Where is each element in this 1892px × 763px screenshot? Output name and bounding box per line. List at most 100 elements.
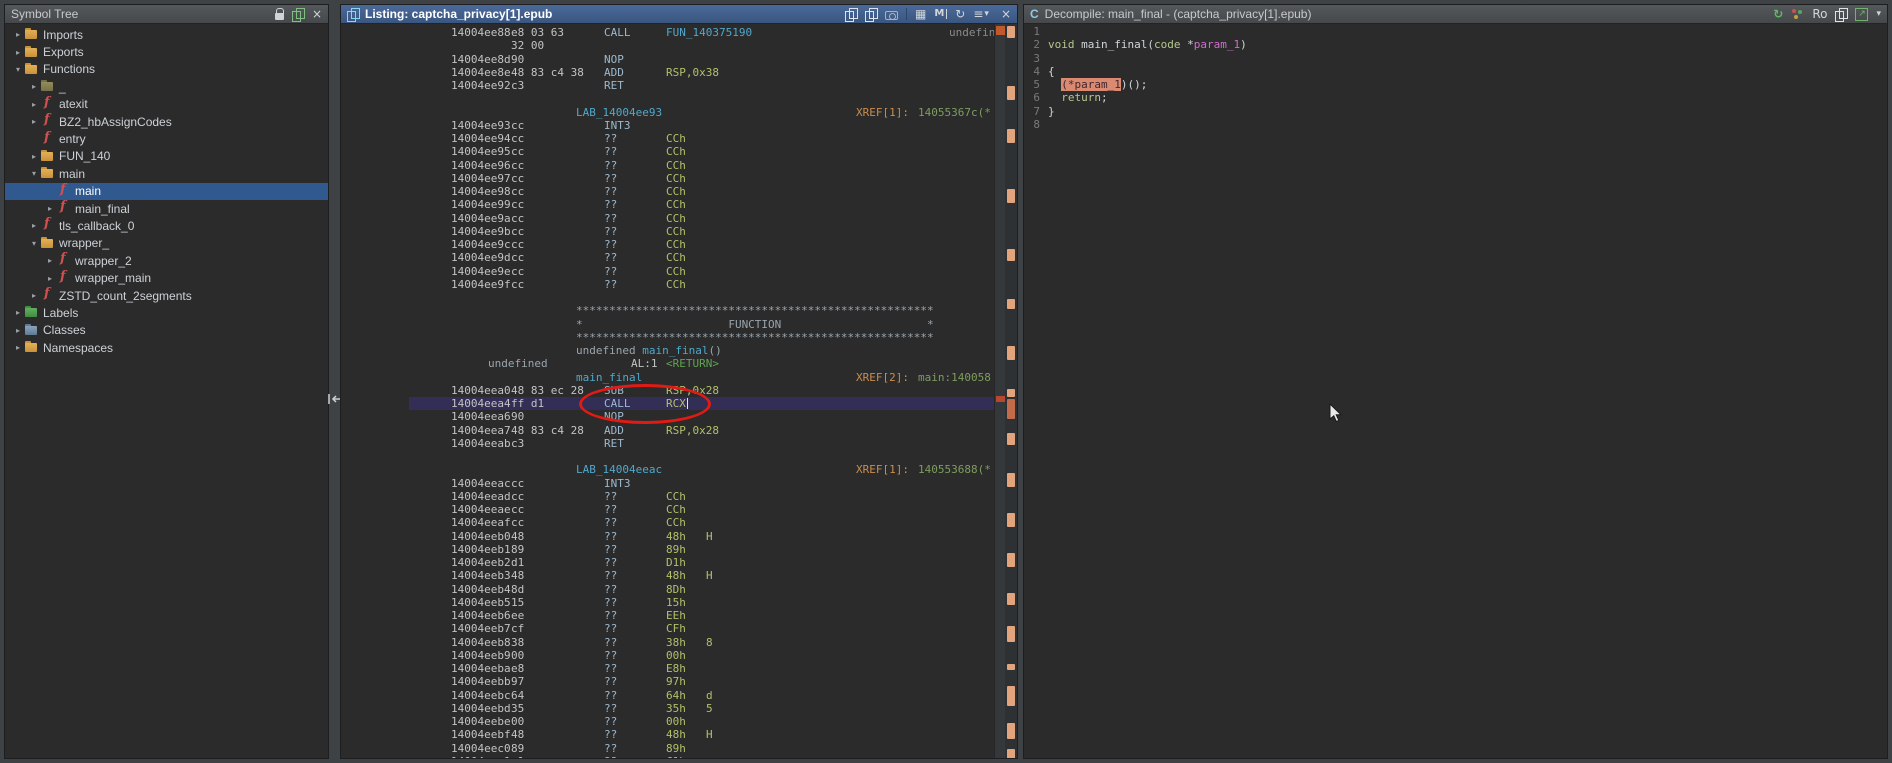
listing-row[interactable]: 14004ee98 cc ?? CCh [341,185,996,198]
tree-expand-icon[interactable]: ▸ [11,30,25,39]
camera-icon[interactable] [885,11,898,20]
listing-row[interactable]: 14004eea6 90 NOP [341,410,996,423]
tree-expand-icon[interactable]: ▸ [27,100,41,109]
listing-row[interactable]: 14004eead cc ?? CCh [341,490,996,503]
listing-row[interactable]: 14004ee8d 90 NOP [341,53,996,66]
lock-icon[interactable] [275,8,284,20]
listing-row[interactable]: 14004eeb5 15 ?? 15h [341,596,996,609]
listing-scrollbar[interactable] [994,24,1005,758]
symbol-tree-titlebar[interactable]: Symbol Tree × [5,5,328,24]
listing-row[interactable]: 14004ee97 cc ?? CCh [341,172,996,185]
tree-item[interactable]: ▾ main [5,165,328,182]
tree-item[interactable]: ▸ atexit [5,96,328,113]
tree-expand-icon[interactable]: ▸ [27,152,41,161]
listing-row[interactable]: undefined main_final() [341,344,996,357]
tree-expand-icon[interactable]: ▾ [27,169,41,178]
rename-icon[interactable]: Ro [1812,8,1827,20]
listing-row[interactable]: 14004eeb3 48 ?? 48h H [341,569,996,582]
snapshot-icon[interactable] [292,8,304,21]
duplicate-icon[interactable] [845,8,857,21]
tree-expand-icon[interactable]: ▾ [27,239,41,248]
tree-item[interactable]: entry [5,130,328,147]
memory-margin-icon[interactable]: M [934,8,947,20]
listing-row[interactable]: ****************************************… [341,331,996,344]
code-line[interactable]: 7 } [1030,105,1887,118]
listing-row[interactable]: 14004eeb9 00 ?? 00h [341,649,996,662]
tree-item[interactable]: ▸ ZSTD_count_2segments [5,287,328,304]
copy-icon[interactable] [1835,8,1847,21]
tree-item[interactable]: ▸ Namespaces [5,339,328,356]
tree-item[interactable]: ▸ Exports [5,43,328,60]
listing-row[interactable]: 14004ee9b cc ?? CCh [341,225,996,238]
tree-expand-icon[interactable]: ▸ [11,343,25,352]
listing-row[interactable]: 14004eeb7 cf ?? CFh [341,622,996,635]
listing-row[interactable] [341,291,996,304]
listing-row[interactable]: 14004eeb2 d1 ?? D1h [341,556,996,569]
tree-expand-icon[interactable]: ▸ [27,117,41,126]
tree-expand-icon[interactable]: ▸ [43,256,57,265]
xref-address[interactable]: 140553688(* [918,463,991,476]
table-icon[interactable]: ▦ [915,8,926,20]
listing-row[interactable]: 14004ee9a cc ?? CCh [341,212,996,225]
listing-row[interactable]: 14004ee88 e8 03 63 CALL FUN_140375190 un… [341,26,996,39]
refresh-icon[interactable]: ↻ [1773,8,1783,20]
listing-overview-margin[interactable] [1005,24,1017,758]
tree-expand-icon[interactable]: ▸ [43,274,57,283]
xref-address[interactable]: main:140058 [918,371,991,384]
close-icon[interactable]: × [312,8,322,20]
tree-item[interactable]: ▸ _ [5,78,328,95]
listing-row[interactable]: 14004eeba e8 ?? E8h [341,662,996,675]
tree-item[interactable]: ▸ main_final [5,200,328,217]
code-line[interactable]: 6 return ; [1030,91,1887,104]
tree-expand-icon[interactable]: ▸ [11,48,25,57]
code-line[interactable]: 3 [1030,52,1887,65]
listing-row[interactable]: 14004ee94 cc ?? CCh [341,132,996,145]
tree-item[interactable]: ▸ Classes [5,322,328,339]
listing-row[interactable]: 14004ee95 cc ?? CCh [341,145,996,158]
listing-row[interactable]: 14004eeab c3 RET [341,437,996,450]
listing-row[interactable]: 14004eeae cc ?? CCh [341,503,996,516]
tree-item[interactable]: main [5,183,328,200]
tree-item[interactable]: ▸ wrapper_2 [5,252,328,269]
listing-row[interactable]: 14004ee9d cc ?? CCh [341,251,996,264]
listing-row[interactable]: 14004ee9c cc ?? CCh [341,238,996,251]
code-line[interactable]: 1 [1030,25,1887,38]
listing-row[interactable]: 14004eeb6 ee ?? EEh [341,609,996,622]
listing-row[interactable]: 14004eebb 97 ?? 97h [341,675,996,688]
tree-expand-icon[interactable]: ▾ [11,65,25,74]
tree-expand-icon[interactable]: ▸ [11,326,25,335]
listing-row[interactable]: 14004eea7 48 83 c4 28 ADD RSP,0x28 [341,424,996,437]
tree-item[interactable]: ▸ tls_callback_0 [5,217,328,234]
tree-item[interactable]: ▸ Imports [5,26,328,43]
tree-item[interactable]: ▾ Functions [5,61,328,78]
listing-row[interactable]: 14004ee9f cc ?? CCh [341,278,996,291]
highlighted-token[interactable]: (*param_1 [1061,78,1121,91]
listing-row[interactable]: 14004eeaf cc ?? CCh [341,516,996,529]
chevron-down-icon[interactable]: ▾ [1876,8,1881,20]
listing-row[interactable]: 14004eebd 35 ?? 35h 5 [341,702,996,715]
listing-row[interactable]: LAB_14004ee93 XREF[1]: 14055367c(* [341,106,996,119]
graph-icon[interactable] [1791,8,1804,20]
listing-row[interactable]: 14004ee9e cc ?? CCh [341,265,996,278]
listing-row[interactable]: 14004ee93 cc INT3 [341,119,996,132]
listing-row[interactable]: main_final XREF[2]: main:140058 [341,371,996,384]
listing-row[interactable]: ****************************************… [341,304,996,317]
listing-row[interactable]: 14004eeb1 89 ?? 89h [341,543,996,556]
export-icon[interactable]: ↗ [1855,8,1868,21]
menu-icon[interactable]: ≡ ▾ [973,8,989,20]
code-line[interactable]: 8 [1030,118,1887,131]
listing-row[interactable]: 14004eeb0 48 ?? 48h H [341,530,996,543]
listing-row[interactable]: LAB_14004eeac XREF[1]: 140553688(* [341,463,996,476]
listing-row[interactable]: undefined AL:1 <RETURN> [341,357,996,370]
tree-item[interactable]: ▸ BZ2_hbAssignCodes [5,113,328,130]
tree-expand-icon[interactable]: ▸ [27,82,41,91]
tree-expand-icon[interactable]: ▸ [27,291,41,300]
listing-titlebar[interactable]: Listing: captcha_privacy[1].epub ▦ M ↻ ≡… [341,5,1017,24]
listing-row[interactable]: 14004eec0 89 ?? 89h [341,742,996,755]
listing-row[interactable]: 14004ee92 c3 RET [341,79,996,92]
tree-expand-icon[interactable]: ▸ [43,204,57,213]
listing-row[interactable]: 14004eec1 c1 ?? C1h [341,755,996,758]
listing-row[interactable]: 14004ee8e 48 83 c4 38 ADD RSP,0x38 [341,66,996,79]
xref-address[interactable]: 14055367c(* [918,106,991,119]
listing-row[interactable]: 14004eebf 48 ?? 48h H [341,728,996,741]
